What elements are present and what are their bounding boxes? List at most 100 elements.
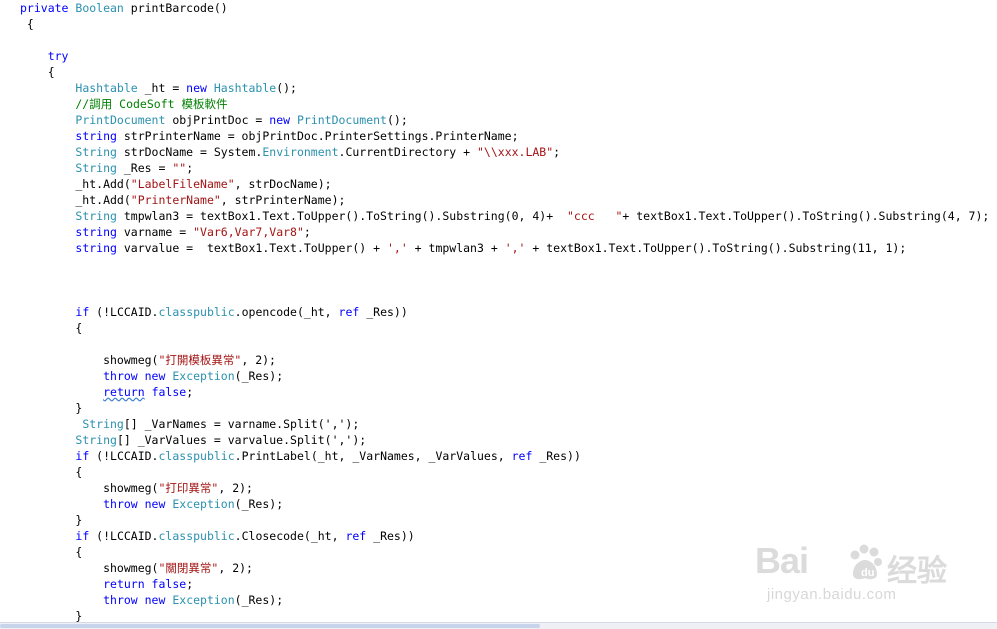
- code-token: throw new: [103, 497, 173, 511]
- code-line: throw new Exception(_Res);: [20, 496, 283, 512]
- code-token: [] _VarNames = varname.Split(',');: [123, 417, 360, 431]
- code-token: strDocName = System.: [116, 145, 263, 159]
- code-token: PrintDocument: [296, 113, 387, 127]
- code-token: Environment: [262, 145, 339, 159]
- scrollbar-thumb[interactable]: [0, 624, 540, 628]
- code-token: + tmpwlan3 +: [407, 241, 505, 255]
- code-token: private: [20, 1, 76, 15]
- code-token: string: [75, 241, 117, 255]
- code-token: classpublic: [158, 449, 235, 463]
- code-token: classpublic: [158, 305, 235, 319]
- code-token: ;: [186, 385, 194, 399]
- code-token: ref: [338, 305, 360, 319]
- code-token: + textBox1.Text.ToUpper().ToString().Sub…: [622, 209, 990, 223]
- code-token: ;: [303, 225, 311, 239]
- code-line: if (!LCCAID.classpublic.PrintLabel(_ht, …: [20, 448, 581, 464]
- code-token: "關閉異常": [158, 561, 219, 575]
- code-token: .CurrentDirectory +: [338, 145, 477, 159]
- code-token: throw new: [103, 369, 173, 383]
- code-token: .PrintLabel(_ht, _VarNames, _VarValues,: [234, 449, 512, 463]
- code-line: {: [20, 320, 82, 336]
- code-token: , strDocName);: [234, 177, 332, 191]
- code-token: _Res)): [532, 449, 581, 463]
- code-token: new: [186, 81, 214, 95]
- code-token: _ht =: [137, 81, 187, 95]
- code-line: {: [20, 16, 34, 32]
- code-token: , 2);: [218, 561, 253, 575]
- code-token: (!LCCAID.: [89, 529, 159, 543]
- code-token: + textBox1.Text.ToUpper().ToString().Sub…: [525, 241, 907, 255]
- code-token: varname =: [116, 225, 194, 239]
- code-token: PrintDocument: [75, 113, 166, 127]
- code-line: return false;: [20, 384, 193, 400]
- code-token: {: [20, 321, 83, 335]
- code-token: (!LCCAID.: [89, 305, 159, 319]
- code-token: if: [75, 305, 90, 319]
- code-token: if: [75, 529, 90, 543]
- code-line: //調用 CodeSoft 模板軟件: [20, 96, 227, 112]
- code-token: .Closecode(_ht,: [234, 529, 346, 543]
- code-token: .opencode(_ht,: [234, 305, 339, 319]
- code-token: "打印異常": [158, 481, 219, 495]
- code-token: "打開模板異常": [158, 353, 242, 367]
- code-line: throw new Exception(_Res);: [20, 592, 283, 608]
- code-editor[interactable]: private Boolean printBarcode() { try { H…: [0, 0, 997, 623]
- code-token: [] _VarValues = varvalue.Split(',');: [116, 433, 367, 447]
- code-token: strPrinterName = objPrintDoc.PrinterSett…: [116, 129, 519, 143]
- code-token: }: [20, 513, 83, 527]
- code-token: "\\xxx.LAB": [477, 145, 554, 159]
- code-token: "LabelFileName": [130, 177, 235, 191]
- code-token: _ht.Add(: [20, 193, 131, 207]
- code-line: if (!LCCAID.classpublic.opencode(_ht, re…: [20, 304, 407, 320]
- code-token: String: [75, 145, 117, 159]
- code-line: showmeg("打印異常", 2);: [20, 480, 253, 496]
- code-line: }: [20, 400, 82, 416]
- code-line: String strDocName = System.Environment.C…: [20, 144, 560, 160]
- code-token: false: [151, 385, 187, 399]
- code-token: throw new: [103, 593, 173, 607]
- code-line: showmeg("關閉異常", 2);: [20, 560, 253, 576]
- code-token: string: [75, 129, 117, 143]
- code-line: throw new Exception(_Res);: [20, 368, 283, 384]
- code-token: showmeg(: [20, 353, 159, 367]
- code-token: , strPrinterName);: [220, 193, 346, 207]
- code-token: showmeg(: [20, 561, 159, 575]
- code-token: String: [75, 161, 117, 175]
- code-line: PrintDocument objPrintDoc = new PrintDoc…: [20, 112, 408, 128]
- code-token: "ccc ": [566, 209, 623, 223]
- code-line: String _Res = "";: [20, 160, 193, 176]
- code-token: (_Res);: [234, 497, 284, 511]
- code-token: ();: [386, 113, 408, 127]
- code-line: return false;: [20, 576, 193, 592]
- code-token: "PrinterName": [130, 193, 221, 207]
- code-token: {: [20, 65, 55, 79]
- code-token: }: [20, 609, 83, 623]
- code-token: _Res)): [366, 529, 415, 543]
- code-token: (!LCCAID.: [89, 449, 159, 463]
- code-token: , 2);: [218, 481, 253, 495]
- code-line: String[] _VarNames = varname.Split(',');: [20, 416, 359, 432]
- code-line: try: [20, 48, 69, 64]
- code-line: private Boolean printBarcode(): [20, 0, 228, 16]
- code-token: (_Res);: [234, 369, 284, 383]
- code-token: String: [75, 433, 117, 447]
- code-line: string strPrinterName = objPrintDoc.Prin…: [20, 128, 519, 144]
- code-line: _ht.Add("LabelFileName", strDocName);: [20, 176, 332, 192]
